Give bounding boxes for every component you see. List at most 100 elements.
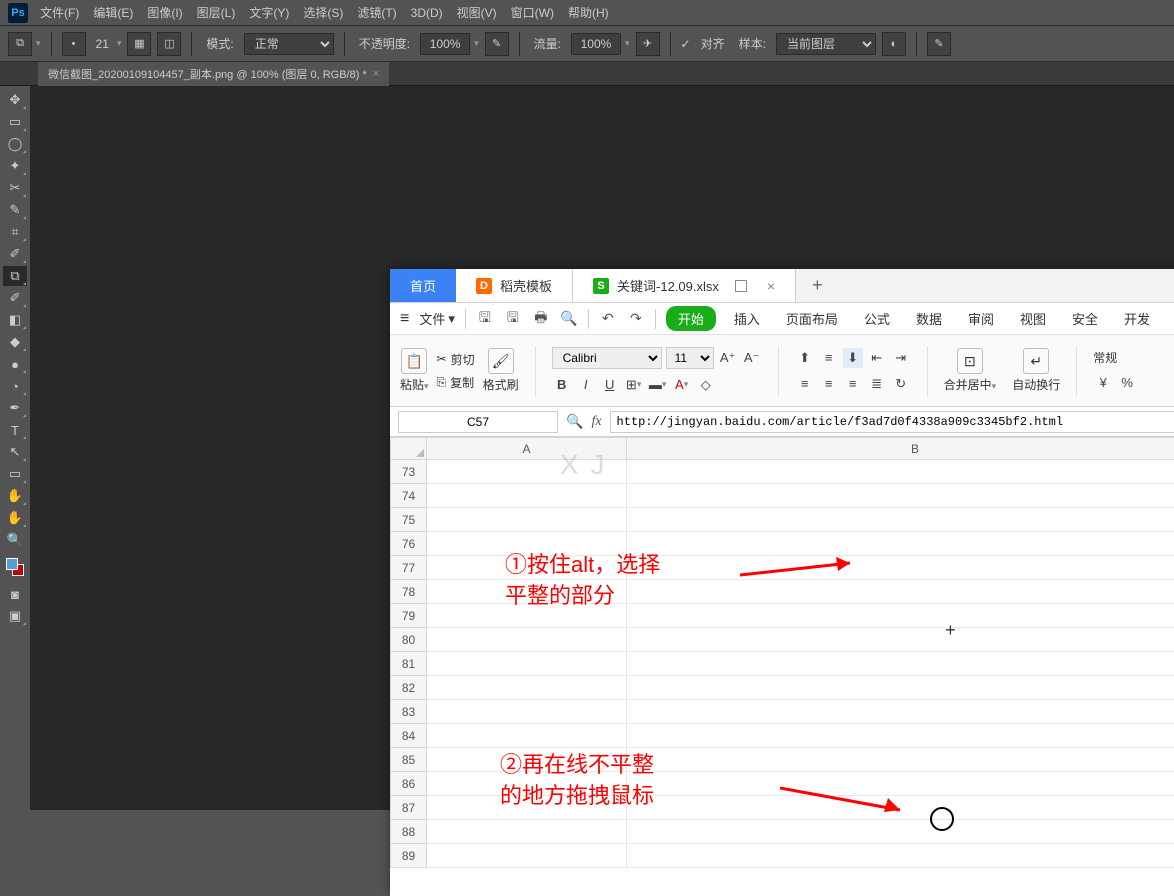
- saveas-icon[interactable]: 🖫: [504, 310, 522, 328]
- brush-settings-icon[interactable]: ◫: [157, 32, 181, 56]
- clear-fmt-button[interactable]: ◇: [696, 375, 716, 395]
- pen-tool-icon[interactable]: ✒: [3, 398, 27, 418]
- align-mid-icon[interactable]: ≡: [819, 348, 839, 368]
- menu-window[interactable]: 窗口(W): [511, 4, 554, 21]
- save-icon[interactable]: 🖫: [476, 310, 494, 328]
- row-header[interactable]: 74: [391, 484, 427, 508]
- ribbon-tab-security[interactable]: 安全: [1064, 307, 1106, 330]
- row-header[interactable]: 73: [391, 460, 427, 484]
- wps-tab-add[interactable]: +: [796, 269, 839, 302]
- justify-icon[interactable]: ≣: [867, 374, 887, 394]
- ps-canvas[interactable]: 首页 D 稻壳模板 S 关键词-12.09.xlsx × + ≡ 文件▾ 🖫 🖫…: [30, 86, 1174, 810]
- fill-color-button[interactable]: ▬▾: [648, 375, 668, 395]
- table-row[interactable]: 75: [391, 508, 1174, 532]
- move-tool-icon[interactable]: ✥: [3, 90, 27, 110]
- table-row[interactable]: 88: [391, 820, 1174, 844]
- zoom-icon[interactable]: 🔍: [566, 413, 583, 430]
- table-row[interactable]: 79: [391, 604, 1174, 628]
- row-header[interactable]: 89: [391, 844, 427, 868]
- cell[interactable]: [627, 820, 1174, 844]
- align-center-icon[interactable]: ≡: [819, 374, 839, 394]
- col-header-b[interactable]: B: [627, 438, 1174, 460]
- wrap-text-button[interactable]: ↵自动换行: [1012, 348, 1060, 393]
- table-row[interactable]: 77: [391, 556, 1174, 580]
- number-format-label[interactable]: 常规: [1093, 349, 1117, 366]
- cell[interactable]: [627, 772, 1174, 796]
- cell[interactable]: [627, 700, 1174, 724]
- quickmask-icon[interactable]: ◙: [3, 584, 27, 604]
- table-row[interactable]: 74: [391, 484, 1174, 508]
- cell[interactable]: [627, 676, 1174, 700]
- cell[interactable]: [427, 508, 627, 532]
- table-row[interactable]: 80: [391, 628, 1174, 652]
- cell[interactable]: [427, 724, 627, 748]
- gradient-tool-icon[interactable]: ◆: [3, 332, 27, 352]
- screenmode-icon[interactable]: ▣: [3, 606, 27, 626]
- row-header[interactable]: 79: [391, 604, 427, 628]
- redo-icon[interactable]: ↷: [627, 310, 645, 328]
- cell[interactable]: [627, 484, 1174, 508]
- cell[interactable]: [427, 820, 627, 844]
- italic-button[interactable]: I: [576, 375, 596, 395]
- cell[interactable]: [627, 628, 1174, 652]
- chevron-down-icon[interactable]: ▾: [36, 38, 41, 49]
- ribbon-tab-dev[interactable]: 开发: [1116, 307, 1158, 330]
- shape-tool-icon[interactable]: ▭: [3, 464, 27, 484]
- row-header[interactable]: 77: [391, 556, 427, 580]
- row-header[interactable]: 80: [391, 628, 427, 652]
- table-row[interactable]: 87: [391, 796, 1174, 820]
- orientation-icon[interactable]: ↻: [891, 374, 911, 394]
- cell[interactable]: [427, 652, 627, 676]
- ribbon-tab-insert[interactable]: 插入: [726, 307, 768, 330]
- row-header[interactable]: 86: [391, 772, 427, 796]
- document-tab[interactable]: 微信截图_20200109104457_副本.png @ 100% (图层 0,…: [38, 62, 389, 86]
- cell[interactable]: [627, 460, 1174, 484]
- menu-help[interactable]: 帮助(H): [568, 4, 609, 21]
- cell[interactable]: [427, 700, 627, 724]
- cell[interactable]: [627, 652, 1174, 676]
- tool-preset-icon[interactable]: ⧉: [8, 32, 32, 56]
- row-header[interactable]: 88: [391, 820, 427, 844]
- cell[interactable]: [627, 508, 1174, 532]
- opacity-input[interactable]: [420, 33, 470, 55]
- wps-grid[interactable]: A B 7374757677787980818283848586878889 X…: [390, 437, 1174, 896]
- brush-panel-icon[interactable]: ▦: [127, 32, 151, 56]
- cell[interactable]: [627, 748, 1174, 772]
- menu-select[interactable]: 选择(S): [303, 4, 343, 21]
- table-row[interactable]: 89: [391, 844, 1174, 868]
- cut-button[interactable]: ✂剪切: [437, 351, 475, 368]
- font-select[interactable]: Calibri: [552, 347, 662, 369]
- table-row[interactable]: 76: [391, 532, 1174, 556]
- name-box-input[interactable]: [398, 411, 558, 433]
- menu-3d[interactable]: 3D(D): [411, 6, 443, 20]
- cell[interactable]: [427, 748, 627, 772]
- close-icon[interactable]: ×: [373, 68, 379, 80]
- chevron-down-icon[interactable]: ▾: [625, 38, 630, 49]
- cell[interactable]: [427, 676, 627, 700]
- blur-tool-icon[interactable]: ●: [3, 354, 27, 374]
- crop-tool-icon[interactable]: ✂: [3, 178, 27, 198]
- mode-select[interactable]: 正常: [244, 33, 334, 55]
- ribbon-tab-start[interactable]: 开始: [666, 306, 716, 331]
- hamburger-icon[interactable]: ≡: [400, 310, 409, 328]
- font-size-select[interactable]: 11: [666, 347, 714, 369]
- row-header[interactable]: 83: [391, 700, 427, 724]
- row-header[interactable]: 76: [391, 532, 427, 556]
- close-icon[interactable]: ×: [767, 278, 775, 294]
- table-row[interactable]: 85: [391, 748, 1174, 772]
- currency-icon[interactable]: ¥: [1093, 372, 1113, 392]
- eraser-tool-icon[interactable]: ◧: [3, 310, 27, 330]
- row-header[interactable]: 82: [391, 676, 427, 700]
- formula-input[interactable]: [610, 411, 1174, 433]
- ribbon-tab-layout[interactable]: 页面布局: [778, 307, 846, 330]
- eyedropper-tool-icon[interactable]: ✎: [3, 200, 27, 220]
- menu-view[interactable]: 视图(V): [457, 4, 497, 21]
- menu-layer[interactable]: 图层(L): [197, 4, 236, 21]
- zoom-tool-icon[interactable]: 🔍: [3, 530, 27, 550]
- wand-tool-icon[interactable]: ✦: [3, 156, 27, 176]
- dodge-tool-icon[interactable]: ◔: [3, 376, 27, 396]
- table-row[interactable]: 82: [391, 676, 1174, 700]
- row-header[interactable]: 84: [391, 724, 427, 748]
- pressure-size-icon[interactable]: ✎: [927, 32, 951, 56]
- menu-text[interactable]: 文字(Y): [249, 4, 289, 21]
